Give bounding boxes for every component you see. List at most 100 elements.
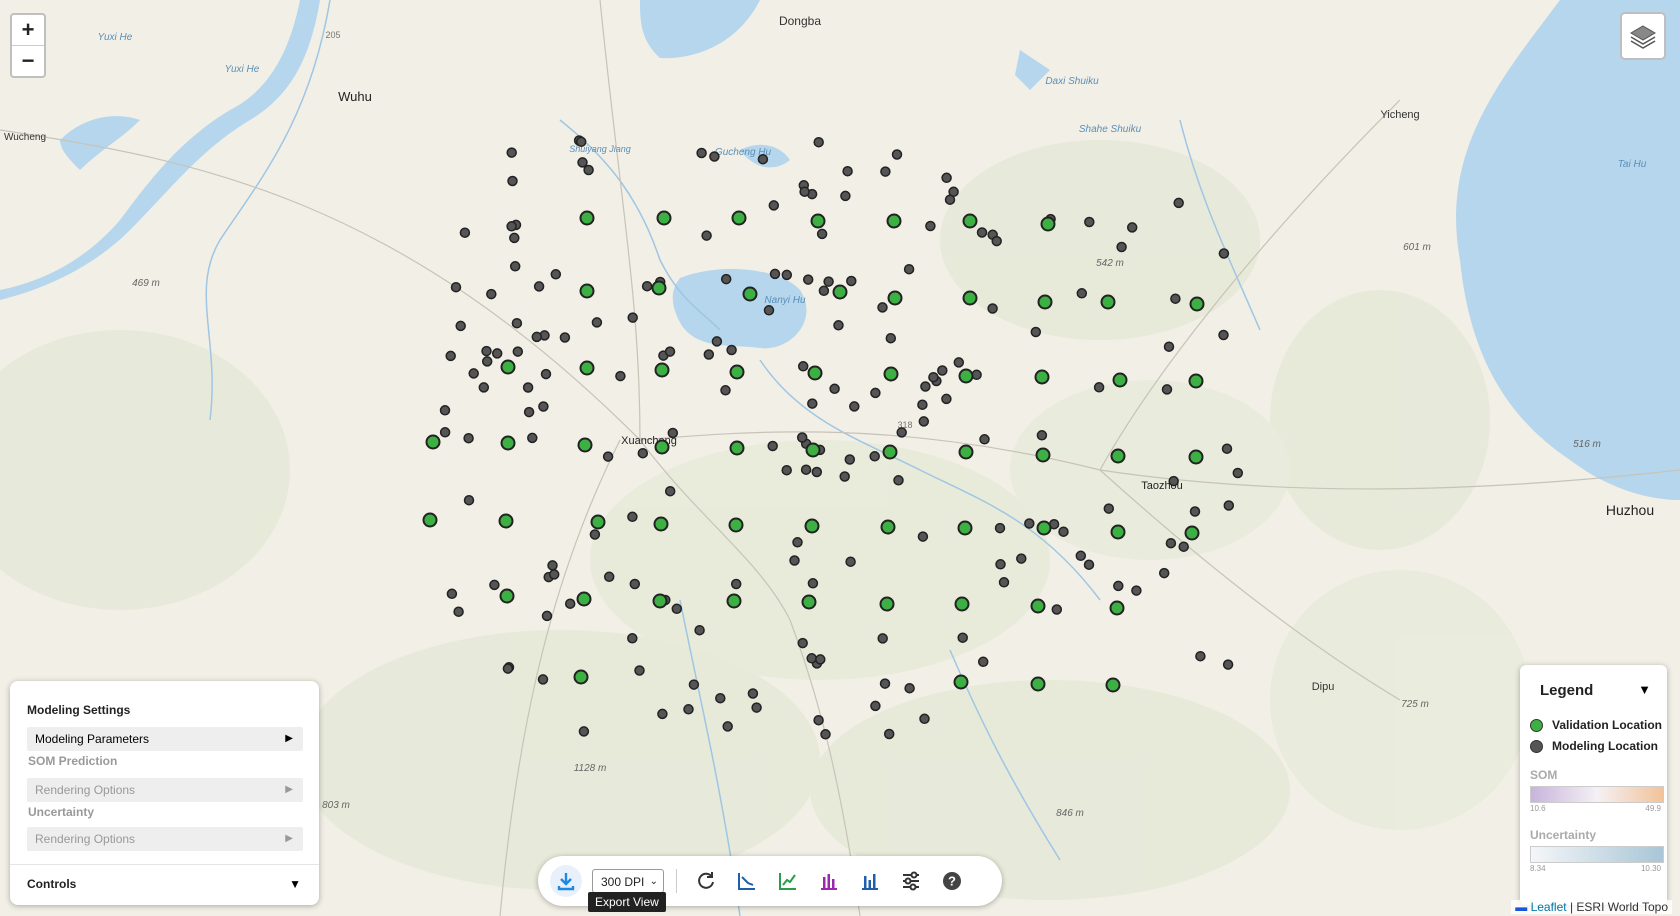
modeling-marker[interactable] bbox=[813, 714, 824, 726]
validation-marker[interactable] bbox=[1030, 676, 1046, 692]
modeling-marker[interactable] bbox=[453, 606, 464, 617]
validation-marker[interactable] bbox=[742, 286, 758, 302]
modeling-marker[interactable] bbox=[637, 447, 649, 459]
layers-button[interactable] bbox=[1620, 12, 1666, 60]
validation-marker[interactable] bbox=[576, 591, 592, 607]
validation-marker[interactable] bbox=[1110, 448, 1126, 464]
modeling-marker[interactable] bbox=[455, 320, 466, 332]
modeling-marker[interactable] bbox=[806, 653, 817, 664]
leaflet-link[interactable]: Leaflet bbox=[1531, 900, 1567, 914]
modeling-marker[interactable] bbox=[870, 700, 881, 712]
validation-marker[interactable] bbox=[500, 435, 516, 451]
validation-marker[interactable] bbox=[1100, 294, 1116, 310]
modeling-marker[interactable] bbox=[994, 522, 1006, 534]
modeling-marker[interactable] bbox=[671, 603, 683, 615]
modeling-marker[interactable] bbox=[1161, 384, 1173, 395]
validation-marker[interactable] bbox=[729, 440, 745, 456]
modeling-marker[interactable] bbox=[1195, 650, 1206, 662]
validation-marker[interactable] bbox=[654, 439, 670, 455]
validation-marker[interactable] bbox=[1037, 294, 1053, 310]
modeling-marker[interactable] bbox=[807, 578, 819, 589]
validation-marker[interactable] bbox=[731, 210, 747, 226]
modeling-marker[interactable] bbox=[844, 454, 856, 465]
bar-chart-2-button[interactable] bbox=[854, 865, 886, 897]
modeling-marker[interactable] bbox=[1165, 537, 1177, 549]
modeling-marker[interactable] bbox=[506, 147, 517, 158]
modeling-marker[interactable] bbox=[1093, 382, 1105, 393]
refresh-button[interactable] bbox=[690, 865, 722, 897]
modeling-marker[interactable] bbox=[937, 365, 948, 376]
validation-marker[interactable] bbox=[886, 213, 902, 229]
validation-marker[interactable] bbox=[499, 588, 515, 604]
modeling-marker[interactable] bbox=[468, 368, 479, 379]
modeling-marker[interactable] bbox=[833, 320, 844, 331]
validation-marker[interactable] bbox=[958, 368, 974, 384]
modeling-marker[interactable] bbox=[445, 350, 456, 362]
modeling-marker[interactable] bbox=[589, 529, 601, 540]
modeling-marker[interactable] bbox=[602, 451, 614, 462]
modeling-marker[interactable] bbox=[1024, 518, 1035, 529]
modeling-marker[interactable] bbox=[816, 228, 828, 240]
modeling-marker[interactable] bbox=[459, 227, 471, 238]
validation-marker[interactable] bbox=[880, 519, 896, 535]
validation-marker[interactable] bbox=[957, 520, 973, 536]
validation-marker[interactable] bbox=[1188, 449, 1204, 465]
validation-marker[interactable] bbox=[887, 290, 903, 306]
modeling-marker[interactable] bbox=[1189, 506, 1201, 517]
modeling-marker[interactable] bbox=[701, 230, 712, 241]
validation-marker[interactable] bbox=[656, 210, 672, 226]
modeling-marker[interactable] bbox=[1076, 288, 1088, 299]
modeling-marker[interactable] bbox=[509, 232, 520, 244]
modeling-marker[interactable] bbox=[1163, 341, 1175, 352]
modeling-marker[interactable] bbox=[533, 281, 545, 292]
modeling-marker[interactable] bbox=[603, 571, 615, 583]
validation-marker[interactable] bbox=[652, 593, 668, 609]
modeling-marker[interactable] bbox=[1103, 503, 1115, 514]
validation-marker[interactable] bbox=[1105, 677, 1121, 693]
modeling-marker[interactable] bbox=[1221, 443, 1233, 454]
validation-marker[interactable] bbox=[962, 290, 978, 306]
modeling-marker[interactable] bbox=[796, 432, 808, 443]
modeling-marker[interactable] bbox=[880, 166, 891, 177]
modeling-marker[interactable] bbox=[941, 172, 952, 184]
modeling-parameters-row[interactable]: Modeling Parameters ▶ bbox=[27, 727, 303, 751]
validation-marker[interactable] bbox=[954, 596, 970, 612]
modeling-marker[interactable] bbox=[818, 285, 830, 297]
modeling-marker[interactable] bbox=[478, 382, 490, 393]
modeling-marker[interactable] bbox=[781, 464, 792, 476]
modeling-marker[interactable] bbox=[1126, 222, 1138, 233]
modeling-marker[interactable] bbox=[769, 268, 781, 280]
validation-marker[interactable] bbox=[1189, 296, 1205, 312]
modeling-marker[interactable] bbox=[709, 151, 720, 162]
validation-marker[interactable] bbox=[804, 518, 820, 534]
modeling-marker[interactable] bbox=[904, 682, 915, 694]
modeling-marker[interactable] bbox=[1116, 241, 1127, 253]
modeling-marker[interactable] bbox=[807, 398, 818, 409]
modeling-marker[interactable] bbox=[696, 147, 707, 159]
modeling-marker[interactable] bbox=[506, 221, 517, 232]
modeling-marker[interactable] bbox=[797, 361, 809, 372]
validation-marker[interactable] bbox=[1184, 525, 1200, 541]
modeling-marker[interactable] bbox=[953, 357, 965, 368]
modeling-marker[interactable] bbox=[694, 624, 705, 636]
validation-marker[interactable] bbox=[422, 512, 438, 528]
modeling-marker[interactable] bbox=[1223, 500, 1235, 511]
modeling-marker[interactable] bbox=[627, 633, 638, 644]
modeling-marker[interactable] bbox=[527, 432, 538, 444]
modeling-marker[interactable] bbox=[800, 464, 812, 475]
som-rendering-options-row[interactable]: Rendering Options ▶ bbox=[27, 778, 303, 802]
modeling-marker[interactable] bbox=[792, 537, 803, 548]
legend-collapse-icon[interactable]: ▼ bbox=[1638, 682, 1651, 697]
modeling-marker[interactable] bbox=[720, 385, 731, 396]
controls-toggle[interactable]: Controls bbox=[27, 877, 76, 891]
modeling-marker[interactable] bbox=[870, 387, 881, 399]
modeling-marker[interactable] bbox=[1178, 541, 1189, 552]
modeling-marker[interactable] bbox=[829, 383, 840, 395]
modeling-marker[interactable] bbox=[896, 427, 907, 438]
modeling-marker[interactable] bbox=[537, 674, 549, 685]
modeling-marker[interactable] bbox=[815, 654, 826, 665]
zoom-out-button[interactable]: − bbox=[12, 46, 44, 76]
modeling-marker[interactable] bbox=[893, 475, 904, 486]
modeling-marker[interactable] bbox=[977, 656, 989, 668]
modeling-marker[interactable] bbox=[840, 190, 851, 202]
